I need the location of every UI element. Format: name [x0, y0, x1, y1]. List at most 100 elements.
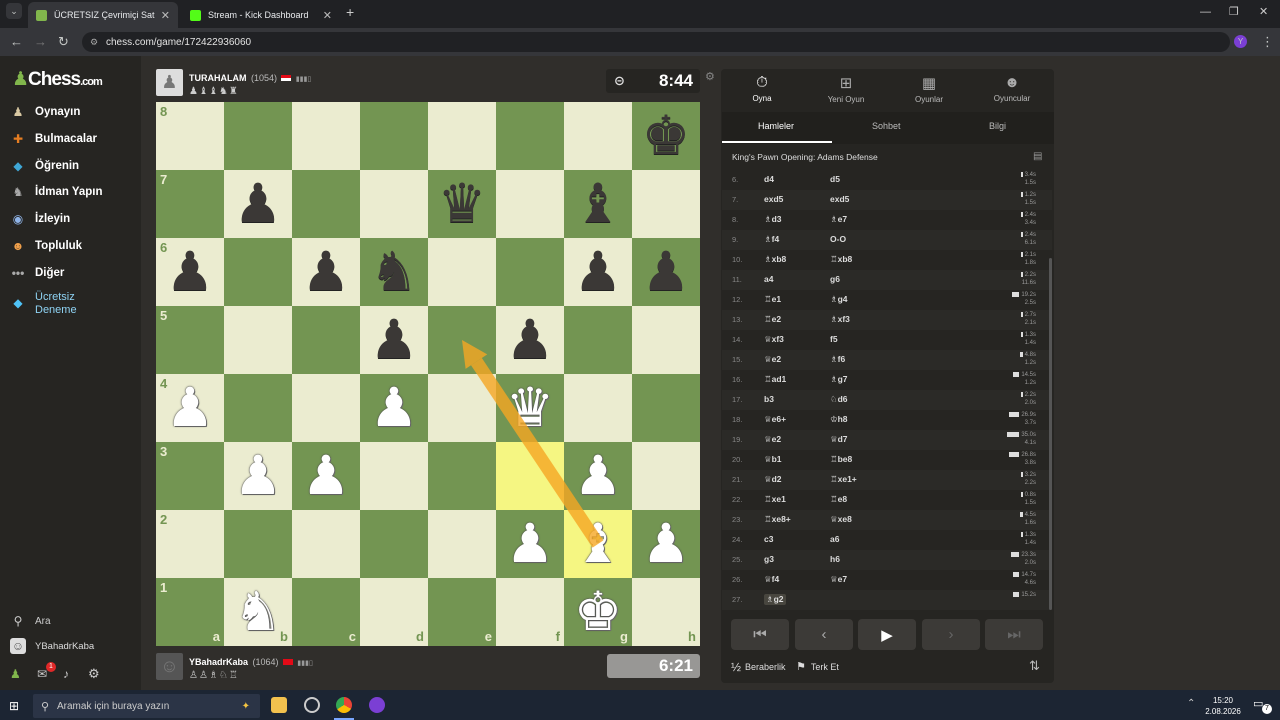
square-h5[interactable] [632, 306, 700, 374]
square-g5[interactable] [564, 306, 632, 374]
white-move[interactable]: a4 [764, 274, 773, 284]
square-d3[interactable] [360, 442, 428, 510]
white-move[interactable]: ♗d3 [764, 214, 782, 225]
black-move[interactable]: a6 [830, 534, 839, 544]
square-h3[interactable] [632, 442, 700, 510]
white-king-icon[interactable]: ♚ [574, 585, 622, 639]
square-f7[interactable] [496, 170, 564, 238]
black-move[interactable]: ♕e7 [830, 574, 847, 585]
square-b1[interactable]: b ♞ [224, 578, 292, 646]
square-h8[interactable]: ♚ [632, 102, 700, 170]
black-move[interactable]: f5 [830, 334, 838, 344]
square-b3[interactable]: ♟ [224, 442, 292, 510]
new-tab-icon[interactable]: + [346, 4, 354, 20]
tray-chevron-icon[interactable]: ⌃ [1187, 698, 1195, 709]
white-move[interactable]: d4 [764, 174, 774, 184]
square-a3[interactable]: 3 [156, 442, 224, 510]
black-move[interactable]: ♖xe1+ [830, 474, 857, 485]
white-move[interactable]: c3 [764, 534, 773, 544]
black-move[interactable]: ♗g7 [830, 374, 848, 385]
white-pawn-icon[interactable]: ♟ [370, 381, 418, 435]
black-knight-icon[interactable]: ♞ [370, 245, 418, 299]
tab-chess[interactable]: ÜCRETSIZ Çevrimiçi Satranç Oy... ✕ [28, 2, 178, 28]
opponent-name[interactable]: TURAHALAM [189, 73, 247, 83]
close-window-icon[interactable]: ✕ [1259, 5, 1268, 18]
white-move[interactable]: g3 [764, 554, 774, 564]
square-e2[interactable] [428, 510, 496, 578]
square-g3[interactable]: ♟ [564, 442, 632, 510]
square-h1[interactable]: h [632, 578, 700, 646]
white-move[interactable]: ♕xf3 [764, 334, 784, 345]
square-g4[interactable] [564, 374, 632, 442]
resign-button[interactable]: ⚑ Terk Et [796, 660, 839, 673]
white-move[interactable]: ♗g2 [764, 594, 786, 605]
square-e3[interactable] [428, 442, 496, 510]
white-move[interactable]: ♕e6+ [764, 414, 786, 425]
user-avatar[interactable]: ☺ [156, 652, 183, 680]
black-pawn-icon[interactable]: ♟ [642, 245, 690, 299]
white-move[interactable]: ♕e2 [764, 434, 781, 445]
black-pawn-icon[interactable]: ♟ [302, 245, 350, 299]
white-queen-icon[interactable]: ♛ [506, 381, 554, 435]
black-queen-icon[interactable]: ♛ [438, 177, 486, 231]
square-c7[interactable] [292, 170, 360, 238]
square-a2[interactable]: 2 [156, 510, 224, 578]
white-move[interactable]: b3 [764, 394, 774, 404]
file-explorer-icon[interactable] [271, 697, 287, 713]
square-f1[interactable]: f [496, 578, 564, 646]
square-a1[interactable]: 1a [156, 578, 224, 646]
black-move[interactable]: d5 [830, 174, 840, 184]
white-move[interactable]: ♖xe8+ [764, 514, 791, 525]
square-d7[interactable] [360, 170, 428, 238]
square-h2[interactable]: ♟ [632, 510, 700, 578]
square-c2[interactable] [292, 510, 360, 578]
subtab-info[interactable]: Bilgi [989, 121, 1006, 131]
white-move[interactable]: ♕e2 [764, 354, 781, 365]
white-pawn-icon[interactable]: ♟ [166, 381, 214, 435]
app-purple-icon[interactable] [369, 697, 385, 713]
square-b8[interactable] [224, 102, 292, 170]
app-icon[interactable] [304, 697, 320, 713]
square-f6[interactable] [496, 238, 564, 306]
black-move[interactable]: O-O [830, 234, 846, 244]
square-b5[interactable] [224, 306, 292, 374]
square-d2[interactable] [360, 510, 428, 578]
forward-icon[interactable]: → [34, 34, 47, 49]
black-pawn-icon[interactable]: ♟ [166, 245, 214, 299]
black-pawn-icon[interactable]: ♟ [574, 245, 622, 299]
square-f5[interactable]: ♟ [496, 306, 564, 374]
square-h7[interactable] [632, 170, 700, 238]
square-g8[interactable] [564, 102, 632, 170]
square-e7[interactable]: ♛ [428, 170, 496, 238]
square-c1[interactable]: c [292, 578, 360, 646]
square-e1[interactable]: e [428, 578, 496, 646]
white-move[interactable]: ♕d2 [764, 474, 782, 485]
menu-kebab-icon[interactable]: ⋮ [1261, 34, 1274, 50]
tab-play[interactable]: ⏱ Oyna [722, 74, 802, 103]
chess-board[interactable]: 8 ♚ 7 ♟ ♛ ♝ 6 ♟ ♟ ♞ ♟ ♟ 5 ♟ ♟ 4 ♟ ♟ ♛ 3 ♟ ♟ ♟ 2 ♟ ♝ ♟ 1 a b ♞ c d e f g ♚ h [156, 102, 700, 646]
taskbar-search-input[interactable]: ⚲ Aramak için buraya yazın ✦ [33, 694, 260, 718]
black-king-icon[interactable]: ♚ [642, 109, 690, 163]
black-move[interactable]: ♔h8 [830, 414, 848, 425]
black-move[interactable]: exd5 [830, 194, 849, 204]
square-e8[interactable] [428, 102, 496, 170]
black-pawn-icon[interactable]: ♟ [506, 313, 554, 367]
square-f8[interactable] [496, 102, 564, 170]
next-move-button[interactable]: › [922, 619, 980, 650]
square-c6[interactable]: ♟ [292, 238, 360, 306]
black-move[interactable]: ♕d7 [830, 434, 848, 445]
square-e6[interactable] [428, 238, 496, 306]
sidebar-search[interactable]: ⚲ Ara [10, 613, 51, 629]
square-a7[interactable]: 7 [156, 170, 224, 238]
address-input[interactable]: ⚙ chess.com/game/172422936060 [82, 32, 1230, 52]
square-g1[interactable]: g ♚ [564, 578, 632, 646]
windows-start-icon[interactable]: ⊞ [9, 699, 19, 713]
tab-players[interactable]: ☻ Oyuncular [972, 74, 1052, 103]
square-a8[interactable]: 8 [156, 102, 224, 170]
white-pawn-icon[interactable]: ♟ [506, 517, 554, 571]
close-icon[interactable]: ✕ [161, 9, 170, 22]
move-list-scrollbar[interactable] [1049, 258, 1052, 610]
white-move[interactable]: ♖xe1 [764, 494, 786, 505]
square-b7[interactable]: ♟ [224, 170, 292, 238]
board-settings-gear-icon[interactable]: ⚙ [705, 70, 715, 83]
